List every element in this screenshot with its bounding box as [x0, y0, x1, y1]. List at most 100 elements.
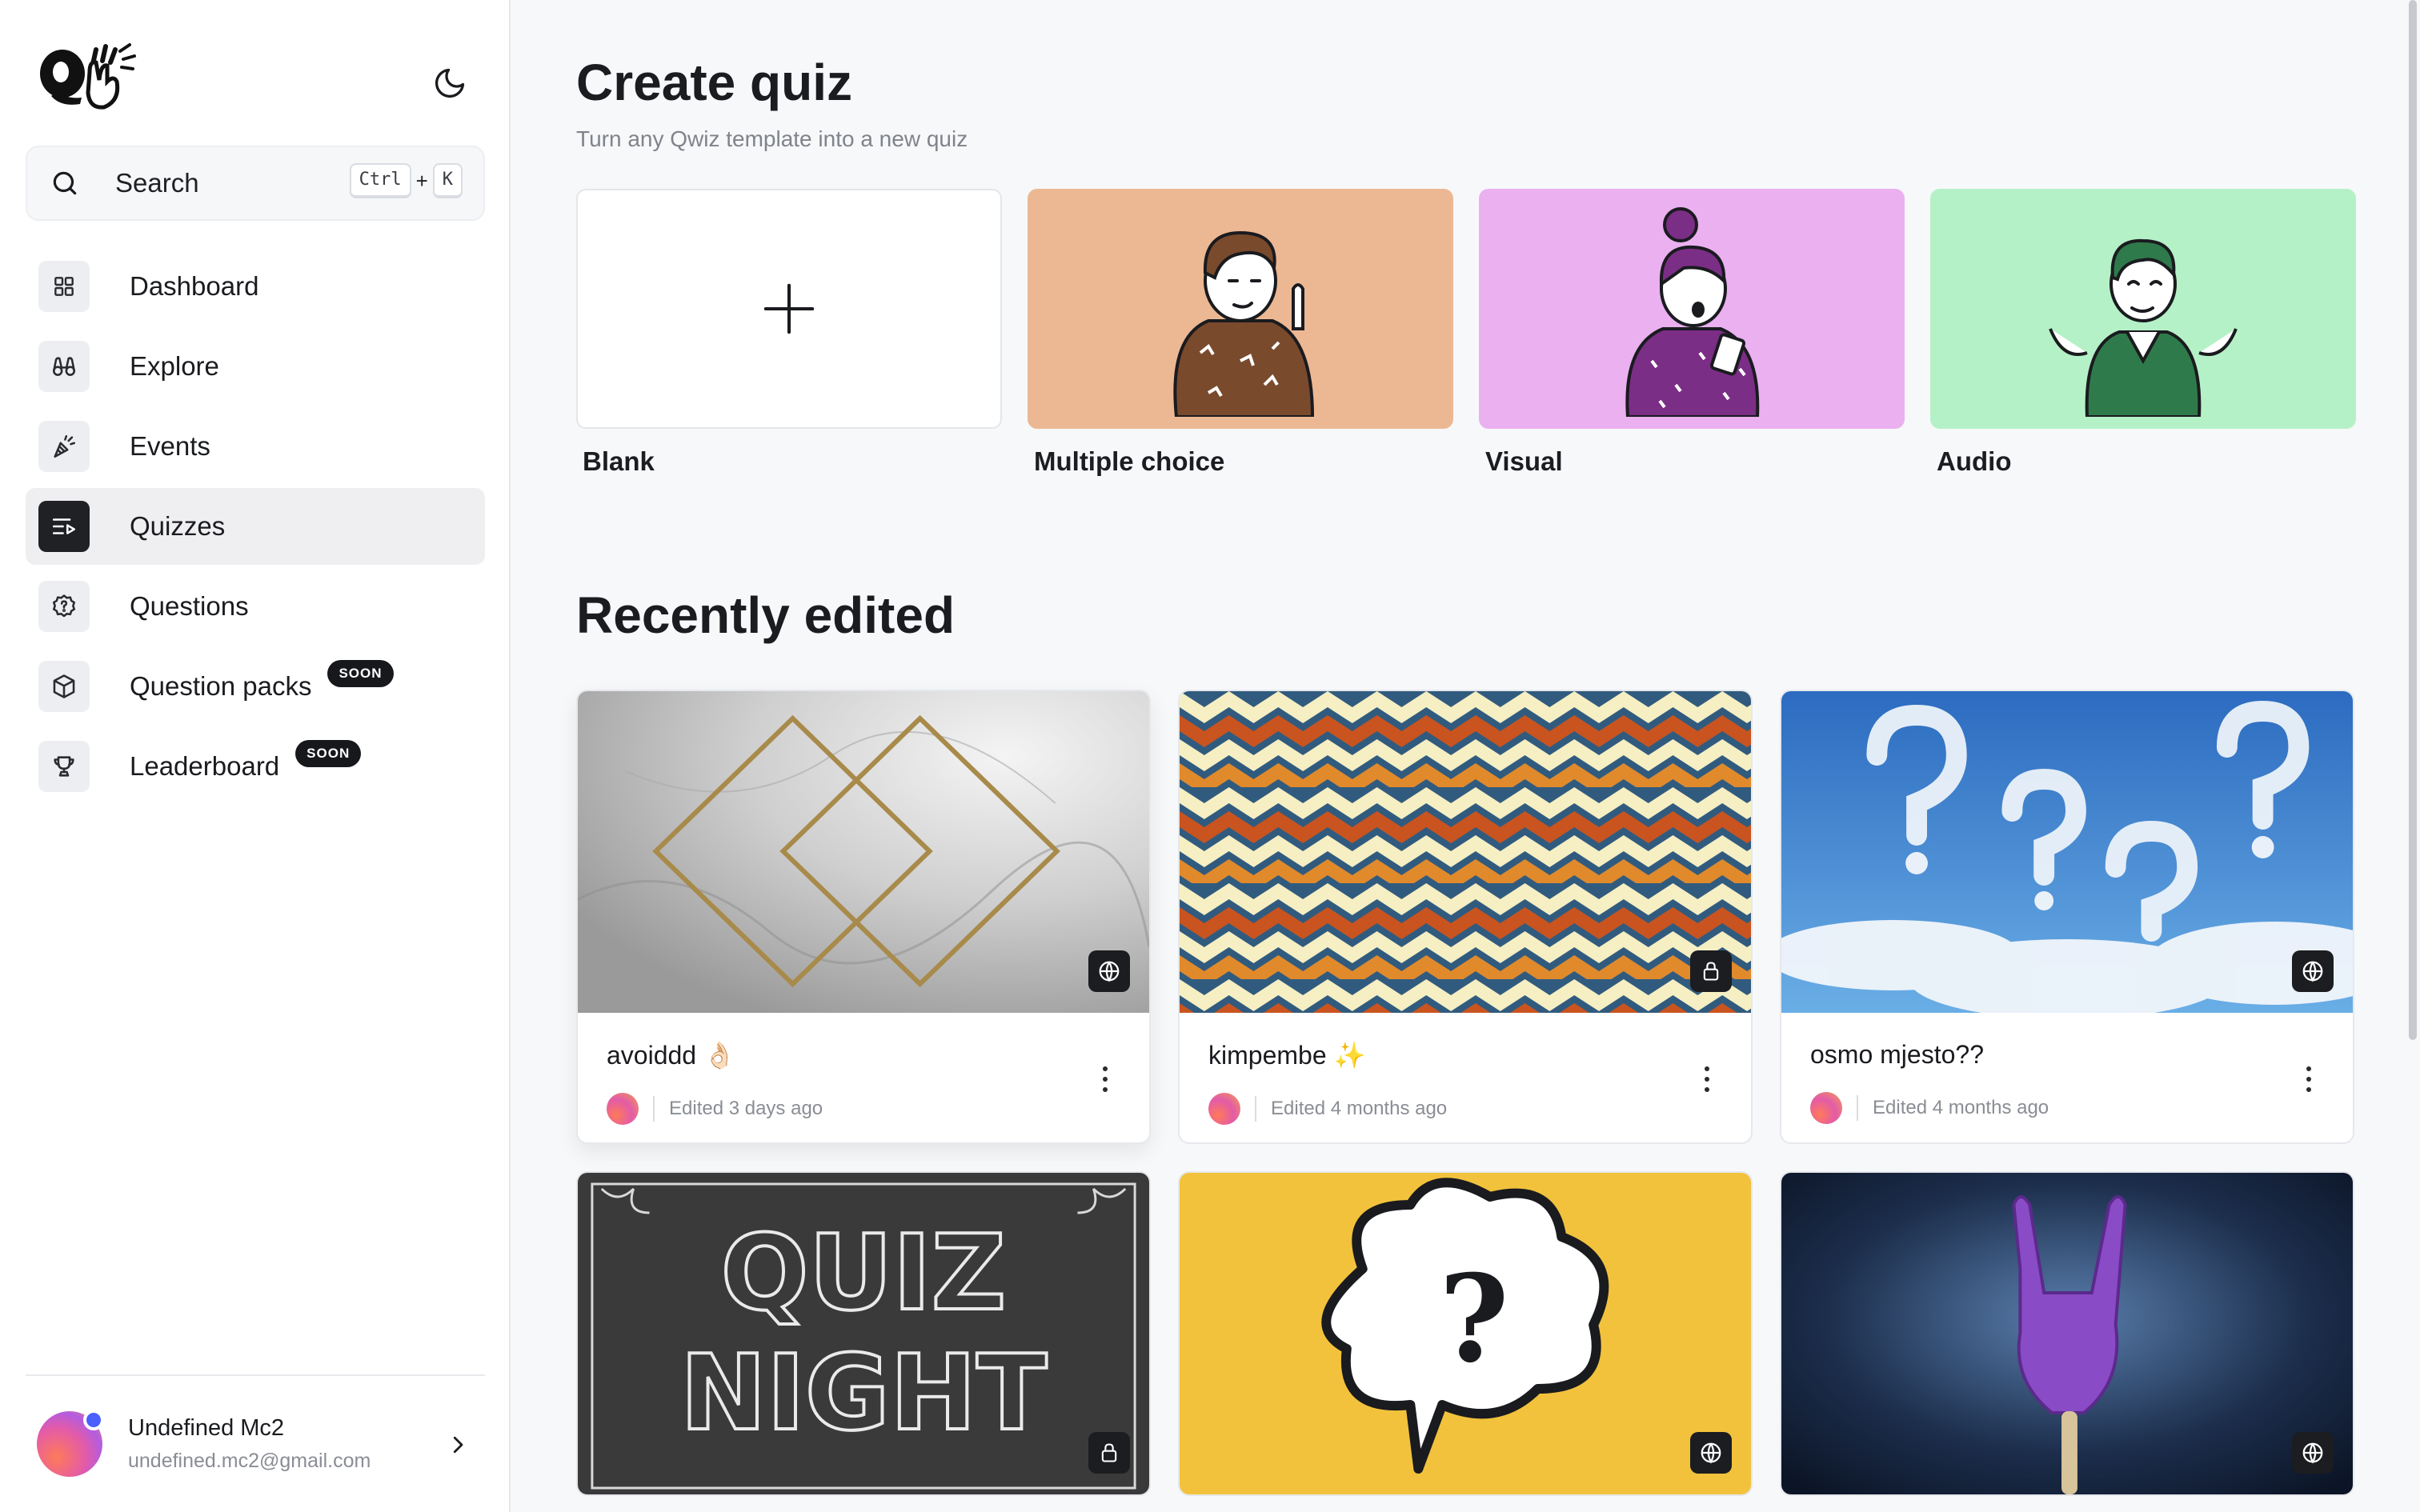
more-options-button[interactable] — [2297, 1059, 2321, 1099]
quiz-thumbnail: ? — [1180, 1173, 1751, 1494]
meta-divider — [1857, 1095, 1858, 1121]
avatar — [1810, 1092, 1842, 1124]
quiz-card[interactable]: QUIZ NIGHT — [576, 1171, 1151, 1496]
moon-icon — [435, 68, 465, 98]
user-divider — [26, 1374, 485, 1376]
globe-icon — [1088, 950, 1130, 992]
sidebar: Search Ctrl + K Dashboard Explore Events — [0, 0, 511, 1512]
soon-badge: SOON — [327, 660, 394, 687]
shortcut-k-key: K — [432, 163, 463, 198]
person-with-phone-illustration — [1625, 207, 1760, 417]
quiz-meta: Edited 3 days ago — [607, 1093, 1120, 1125]
template-card — [1479, 189, 1905, 429]
quiz-title: osmo mjesto?? — [1810, 1040, 1984, 1069]
search-label: Search — [115, 168, 199, 198]
sidebar-item-label: Question packs — [130, 671, 312, 701]
page-subtitle: Turn any Qwiz template into a new quiz — [576, 126, 968, 151]
quiz-edited-time: Edited 3 days ago — [669, 1098, 823, 1119]
template-label: Visual — [1485, 446, 1563, 476]
sidebar-item-label: Dashboard — [130, 271, 259, 301]
sidebar-item-quizzes[interactable]: Quizzes — [26, 488, 485, 565]
search-icon — [50, 167, 82, 199]
template-multiple-choice[interactable]: Multiple choice — [1028, 189, 1453, 477]
sidebar-item-label: Events — [130, 431, 210, 461]
user-info: Undefined Mc2 undefined.mc2@gmail.com — [128, 1415, 371, 1473]
quiz-edited-time: Edited 4 months ago — [1271, 1098, 1448, 1119]
shortcut-plus: + — [415, 168, 428, 193]
shortcut-ctrl-key: Ctrl — [349, 163, 411, 198]
quiz-card-body: kimpembe ✨ Edited 4 months ago — [1180, 1013, 1751, 1142]
quiz-card-body: osmo mjesto?? Edited 4 months ago — [1781, 1013, 2353, 1142]
question-badge-icon — [38, 581, 90, 632]
more-options-button[interactable] — [1093, 1059, 1117, 1099]
sidebar-nav: Dashboard Explore Events Quizzes Questio… — [26, 248, 485, 808]
trophy-icon — [38, 741, 90, 792]
sidebar-item-question-packs[interactable]: Question packs SOON — [26, 648, 485, 725]
image-text-line-1: QUIZ — [721, 1213, 1007, 1334]
scrollbar[interactable] — [2409, 0, 2417, 1040]
lock-icon — [1088, 1432, 1130, 1474]
plus-icon — [763, 283, 815, 334]
page-title: Create quiz — [576, 54, 852, 111]
notification-dot — [83, 1410, 104, 1430]
quiz-meta: Edited 4 months ago — [1208, 1093, 1722, 1125]
globe-icon — [2292, 950, 2334, 992]
sidebar-item-dashboard[interactable]: Dashboard — [26, 248, 485, 325]
template-blank[interactable]: Blank — [576, 189, 1002, 477]
more-options-button[interactable] — [1695, 1059, 1719, 1099]
globe-icon — [2292, 1432, 2334, 1474]
qwiz-logo[interactable] — [37, 40, 141, 112]
quiz-card[interactable]: osmo mjesto?? Edited 4 months ago — [1780, 690, 2354, 1144]
party-popper-icon — [38, 421, 90, 472]
user-name: Undefined Mc2 — [128, 1415, 285, 1441]
quiz-title: avoiddd 👌🏻 — [607, 1041, 735, 1070]
quiz-title: kimpembe ✨ — [1208, 1041, 1366, 1070]
shrugging-person-illustration — [2049, 238, 2238, 417]
template-card — [1028, 189, 1453, 429]
search-shortcut: Ctrl + K — [349, 163, 463, 198]
avatar — [1208, 1093, 1240, 1125]
meta-divider — [1255, 1096, 1256, 1122]
sidebar-item-label: Questions — [130, 591, 249, 621]
user-account-menu[interactable]: Undefined Mc2 undefined.mc2@gmail.com — [26, 1392, 485, 1496]
quiz-list-icon — [38, 501, 90, 552]
avatar — [607, 1093, 639, 1125]
thinking-person-illustration — [1173, 230, 1315, 417]
quiz-thumbnail: QUIZ NIGHT — [578, 1173, 1149, 1494]
template-label: Audio — [1937, 446, 2012, 476]
template-card — [1930, 189, 2356, 429]
sidebar-item-questions[interactable]: Questions — [26, 568, 485, 645]
template-audio[interactable]: Audio — [1930, 189, 2356, 477]
template-card — [576, 189, 1002, 429]
quiz-grid: avoiddd 👌🏻 Edited 3 days ago kimpembe ✨ … — [576, 690, 2354, 1496]
chevron-right-icon — [442, 1429, 474, 1461]
soon-badge: SOON — [295, 740, 362, 767]
sidebar-item-label: Explore — [130, 351, 219, 381]
globe-icon — [1690, 1432, 1732, 1474]
quiz-card[interactable] — [1780, 1171, 2354, 1496]
quiz-thumbnail — [1781, 691, 2353, 1013]
template-label: Blank — [583, 446, 655, 476]
sidebar-item-events[interactable]: Events — [26, 408, 485, 485]
theme-toggle-button[interactable] — [427, 61, 472, 106]
template-list: Blank Multiple choice Visual Audio — [576, 189, 2356, 477]
user-email: undefined.mc2@gmail.com — [128, 1450, 371, 1472]
quiz-card[interactable]: ? — [1178, 1171, 1753, 1496]
quiz-card-body: avoiddd 👌🏻 Edited 3 days ago — [578, 1013, 1149, 1142]
dashboard-grid-icon — [38, 261, 90, 312]
recently-edited-heading: Recently edited — [576, 586, 956, 644]
quiz-thumbnail — [1781, 1173, 2353, 1494]
quiz-thumbnail — [1180, 691, 1751, 1013]
quiz-meta: Edited 4 months ago — [1810, 1092, 2324, 1124]
sidebar-item-label: Quizzes — [130, 511, 226, 541]
template-visual[interactable]: Visual — [1479, 189, 1905, 477]
binoculars-icon — [38, 341, 90, 392]
lock-icon — [1690, 950, 1732, 992]
avatar — [37, 1410, 104, 1477]
quiz-card[interactable]: avoiddd 👌🏻 Edited 3 days ago — [576, 690, 1151, 1144]
search-button[interactable]: Search Ctrl + K — [26, 146, 485, 221]
quiz-card[interactable]: kimpembe ✨ Edited 4 months ago — [1178, 690, 1753, 1144]
sidebar-item-explore[interactable]: Explore — [26, 328, 485, 405]
sidebar-item-leaderboard[interactable]: Leaderboard SOON — [26, 728, 485, 805]
cube-icon — [38, 661, 90, 712]
